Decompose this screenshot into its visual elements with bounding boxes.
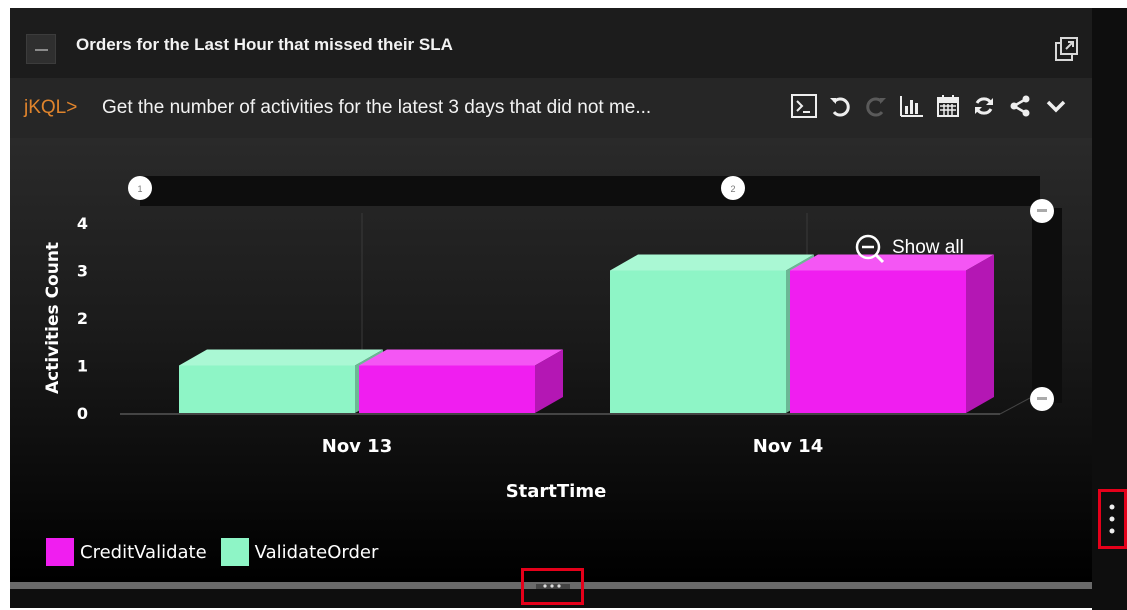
x-tick-label: Nov 13 [322,436,392,457]
zoom-scrollbar[interactable] [1032,208,1062,403]
show-all-button[interactable]: Show all [892,237,964,258]
bar-top-face [359,349,563,366]
chart-icon[interactable] [898,92,926,120]
y-tick-label: 2 [77,309,88,328]
bar-top-face [610,254,814,271]
horizontal-resize-handle[interactable] [521,568,584,605]
y-axis-label: Activities Count [43,242,63,394]
bar-top-face [179,349,383,366]
y-tick-label: 1 [77,357,88,376]
bar-validateorder-nov-14[interactable] [610,270,786,414]
y-tick-label: 3 [77,262,88,281]
undo-icon[interactable] [826,92,854,120]
chart-area: 1 2 0 1 2 3 4 Activities Count Nov 13 Nov 14 Start… [10,138,1092,582]
popout-icon[interactable] [1050,36,1080,64]
horizontal-dots-icon [536,584,570,589]
query-toolbar [790,92,1070,120]
scroll-marker-label: 2 [730,184,735,194]
query-bar: jKQL> Get the number of activities for t… [10,78,1092,138]
query-prompt: jKQL> [24,97,78,118]
x-axis-label: StartTime [506,481,607,502]
bar-creditvalidate-nov-13[interactable] [359,365,535,414]
x-axis-depth-line [999,397,1031,415]
chart-scrollbar-track[interactable] [140,176,1040,206]
y-tick-label: 0 [77,404,88,423]
redo-icon[interactable] [862,92,890,120]
panel-title: Orders for the Last Hour that missed the… [76,35,453,54]
zoom-handle-bottom-grip [1037,397,1047,400]
query-input[interactable]: Get the number of activities for the lat… [102,97,651,119]
x-tick-label: Nov 14 [753,436,823,457]
legend-label: CreditValidate [80,541,207,563]
calendar-icon[interactable] [934,92,962,120]
chart-legend: CreditValidate ValidateOrder [46,538,378,566]
terminal-icon[interactable] [790,92,818,120]
legend-swatch [46,538,74,566]
refresh-icon[interactable] [970,92,998,120]
panel-header: Orders for the Last Hour that missed the… [10,8,1092,79]
vertical-dots-icon [1109,504,1115,534]
bar-validateorder-nov-13[interactable] [179,365,355,414]
legend-label: ValidateOrder [254,541,379,563]
legend-item-creditvalidate[interactable]: CreditValidate [46,538,207,566]
bar-creditvalidate-nov-14[interactable] [790,270,966,414]
dashboard-panel: Orders for the Last Hour that missed the… [10,8,1092,608]
bar-side-face [966,254,994,413]
chevron-down-icon[interactable] [1042,92,1070,120]
bar-chart: 1 2 0 1 2 3 4 Activities Count Nov 13 Nov 14 Start… [43,176,1062,502]
share-icon[interactable] [1006,92,1034,120]
zoom-handle-top-grip [1037,209,1047,212]
collapse-button[interactable] [26,34,56,64]
legend-item-validateorder[interactable]: ValidateOrder [220,538,379,566]
y-tick-label: 4 [77,214,88,233]
vertical-resize-handle[interactable] [1098,489,1127,549]
scroll-marker-label: 1 [137,184,142,194]
legend-swatch [220,538,249,566]
